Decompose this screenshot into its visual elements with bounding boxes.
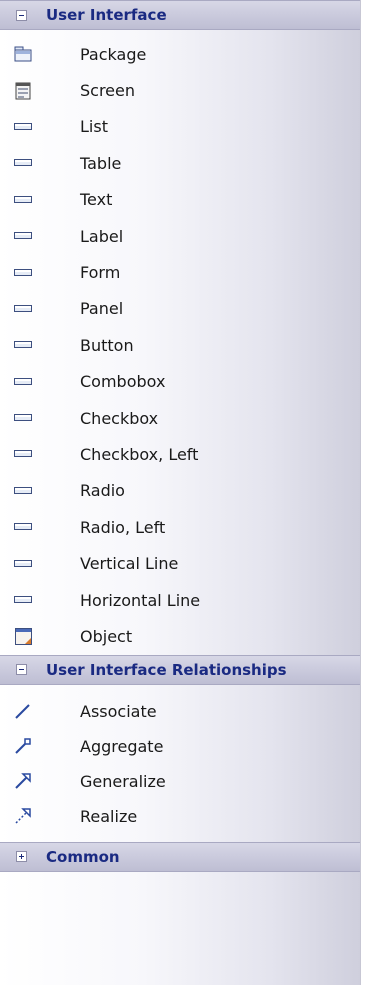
toolbox-item-text[interactable]: Text (0, 182, 360, 218)
element-icon (12, 117, 34, 137)
toolbox-item-screen[interactable]: Screen (0, 72, 360, 108)
aggregate-icon (12, 736, 34, 756)
generalize-icon (12, 771, 34, 791)
element-icon (12, 517, 34, 537)
toolbox-item-checkbox[interactable]: Checkbox (0, 400, 360, 436)
item-label: Package (80, 44, 147, 64)
item-label: Button (80, 335, 134, 355)
screen-icon (12, 81, 34, 101)
toolbox-item-combobox[interactable]: Combobox (0, 364, 360, 400)
toolbox-item-vertical-line[interactable]: Vertical Line (0, 545, 360, 581)
toolbox-item-aggregate[interactable]: Aggregate (0, 729, 360, 764)
toolbox-item-realize[interactable]: Realize (0, 799, 360, 834)
group-title: User Interface (46, 6, 167, 24)
toolbox-item-button[interactable]: Button (0, 327, 360, 363)
item-label: Table (80, 153, 122, 173)
item-label: List (80, 117, 108, 137)
toolbox-item-radio[interactable]: Radio (0, 473, 360, 509)
toolbox-item-form[interactable]: Form (0, 254, 360, 290)
toolbox-item-label[interactable]: Label (0, 218, 360, 254)
element-icon (12, 335, 34, 355)
toolbox-item-package[interactable]: Package (0, 36, 360, 72)
element-icon (12, 590, 34, 610)
item-label: Combobox (80, 372, 166, 392)
item-label: Screen (80, 81, 136, 101)
toolbox-item-object[interactable]: Object (0, 618, 360, 654)
object-icon (12, 626, 34, 646)
item-label: Checkbox (80, 408, 159, 428)
expand-icon[interactable] (16, 851, 27, 863)
item-label: Checkbox, Left (80, 444, 199, 464)
collapse-icon[interactable] (16, 9, 27, 21)
element-icon (12, 226, 34, 246)
realize-icon (12, 806, 34, 826)
element-icon (12, 444, 34, 464)
group-header-common[interactable]: Common (0, 841, 360, 872)
toolbox-item-associate[interactable]: Associate (0, 694, 360, 729)
item-label: Form (80, 263, 121, 283)
toolbox-panel: User Interface Package Screen List Table… (0, 0, 361, 985)
item-label: Aggregate (80, 736, 164, 756)
toolbox-item-list[interactable]: List (0, 109, 360, 145)
item-label: Vertical Line (80, 554, 179, 574)
element-icon (12, 481, 34, 501)
associate-icon (12, 701, 34, 721)
element-icon (12, 190, 34, 210)
group-title: User Interface Relationships (46, 660, 287, 679)
element-icon (12, 554, 34, 574)
toolbox-item-panel[interactable]: Panel (0, 291, 360, 327)
toolbox-item-radio-left[interactable]: Radio, Left (0, 509, 360, 545)
relationship-items: Associate Aggregate Generalize Realize (0, 685, 360, 842)
toolbox-item-generalize[interactable]: Generalize (0, 764, 360, 799)
item-label: Horizontal Line (80, 590, 201, 610)
group-header-user-interface-relationships[interactable]: User Interface Relationships (0, 654, 360, 685)
toolbox-item-horizontal-line[interactable]: Horizontal Line (0, 582, 360, 618)
group-title: Common (46, 847, 120, 866)
item-label: Panel (80, 299, 124, 319)
item-label: Object (80, 626, 133, 646)
package-icon (12, 44, 34, 64)
item-label: Label (80, 226, 124, 246)
element-icon (12, 153, 34, 173)
user-interface-items: Package Screen List Table Text Label For… (0, 30, 360, 655)
element-icon (12, 408, 34, 428)
item-label: Associate (80, 701, 157, 721)
element-icon (12, 263, 34, 283)
group-header-user-interface[interactable]: User Interface (0, 0, 360, 30)
item-label: Radio (80, 481, 125, 501)
item-label: Radio, Left (80, 517, 166, 537)
toolbox-item-checkbox-left[interactable]: Checkbox, Left (0, 436, 360, 472)
element-icon (12, 299, 34, 319)
toolbox-item-table[interactable]: Table (0, 145, 360, 181)
element-icon (12, 372, 34, 392)
collapse-icon[interactable] (16, 664, 27, 676)
item-label: Text (80, 190, 113, 210)
item-label: Generalize (80, 771, 166, 791)
item-label: Realize (80, 806, 138, 826)
